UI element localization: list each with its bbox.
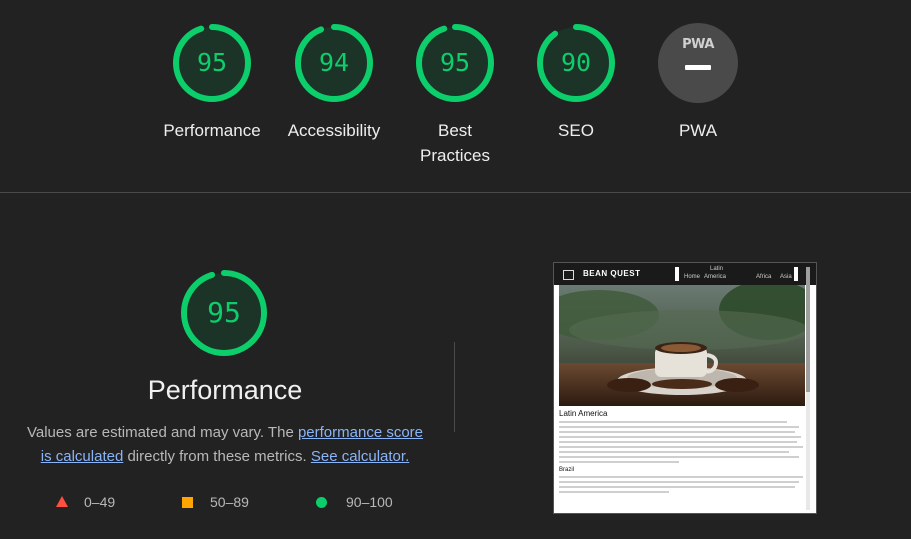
performance-main-gauge: 95 <box>179 268 269 358</box>
performance-description: Values are estimated and may vary. The p… <box>24 421 426 469</box>
best-practices-gauge: 95 <box>414 22 496 104</box>
text-line <box>559 486 795 488</box>
score-performance[interactable]: 95 Performance <box>152 22 272 143</box>
text-line <box>559 421 787 423</box>
text-line <box>559 426 799 428</box>
screenshot-nav-africa: Africa <box>756 274 772 280</box>
performance-panel: 95 Performance Values are estimated and … <box>0 192 450 539</box>
screenshot-nav-asia: Asia <box>780 274 792 280</box>
accessibility-score: 94 <box>318 48 350 77</box>
vertical-divider <box>454 342 455 432</box>
score-best-practices[interactable]: 95 Best Practices <box>395 22 515 168</box>
screenshot-nav-marker <box>675 267 679 281</box>
final-screenshot[interactable]: BEAN QUEST Latin Home America Africa Asi… <box>553 262 817 514</box>
text-line <box>559 436 801 438</box>
pwa-badge-icon: PWA <box>658 23 738 103</box>
legend-average-label: 50–89 <box>210 494 249 510</box>
screenshot-nav-marker-right <box>794 267 798 281</box>
seo-score: 90 <box>560 48 592 77</box>
see-calculator-link[interactable]: See calculator. <box>311 448 409 465</box>
score-accessibility[interactable]: 94 Accessibility <box>274 22 394 143</box>
text-line <box>559 456 799 458</box>
triangle-icon <box>56 496 68 507</box>
seo-gauge: 90 <box>535 22 617 104</box>
performance-title: Performance <box>147 375 303 405</box>
screenshot-nav-home: Home <box>684 274 701 280</box>
legend-pass-label: 90–100 <box>346 494 393 510</box>
screenshot-subheading: Brazil <box>559 467 575 473</box>
screenshot-scrollbar-thumb[interactable] <box>806 267 810 392</box>
pwa-badge-text: PWA <box>682 37 714 52</box>
seo-label: SEO <box>558 121 594 140</box>
text-line <box>559 441 797 443</box>
text-line <box>559 431 795 433</box>
score-seo[interactable]: 90 SEO <box>516 22 636 143</box>
description-middle: directly from these metrics. <box>123 448 311 465</box>
pwa-label: PWA <box>678 121 718 140</box>
dash-icon <box>685 65 711 70</box>
performance-label: Performance <box>163 121 261 140</box>
best-practices-label: Best Practices <box>420 121 490 165</box>
score-pwa[interactable]: PWA PWA <box>638 22 758 143</box>
performance-score: 95 <box>196 48 228 77</box>
text-line <box>559 451 789 453</box>
text-line <box>559 446 803 448</box>
accessibility-gauge: 94 <box>293 22 375 104</box>
category-scores: 95 Performance 94 Accessibility 95 Best … <box>0 0 911 193</box>
text-line <box>559 481 799 483</box>
screenshot-nav-latin: Latin <box>710 266 724 272</box>
description-prefix: Values are estimated and may vary. The <box>26 424 298 441</box>
text-line <box>559 461 679 463</box>
best-practices-score: 95 <box>439 48 471 77</box>
text-line <box>559 476 803 478</box>
square-icon <box>182 497 193 508</box>
screenshot-brand: BEAN QUEST <box>583 269 641 278</box>
coffee-cup-image <box>559 285 805 406</box>
performance-gauge: 95 <box>171 22 253 104</box>
text-line <box>559 491 669 493</box>
screenshot-heading: Latin America <box>559 409 608 418</box>
screenshot-hero-image <box>559 285 805 406</box>
performance-main-score: 95 <box>207 296 241 329</box>
screenshot-logo-icon <box>563 270 574 280</box>
screenshot-navbar: BEAN QUEST Latin Home America Africa Asi… <box>554 263 816 285</box>
legend-fail-label: 0–49 <box>84 494 116 510</box>
accessibility-label: Accessibility <box>287 121 381 140</box>
screenshot-nav-america: America <box>704 274 727 280</box>
screenshot-article: Latin America Brazil <box>559 409 805 493</box>
circle-icon <box>316 497 327 508</box>
